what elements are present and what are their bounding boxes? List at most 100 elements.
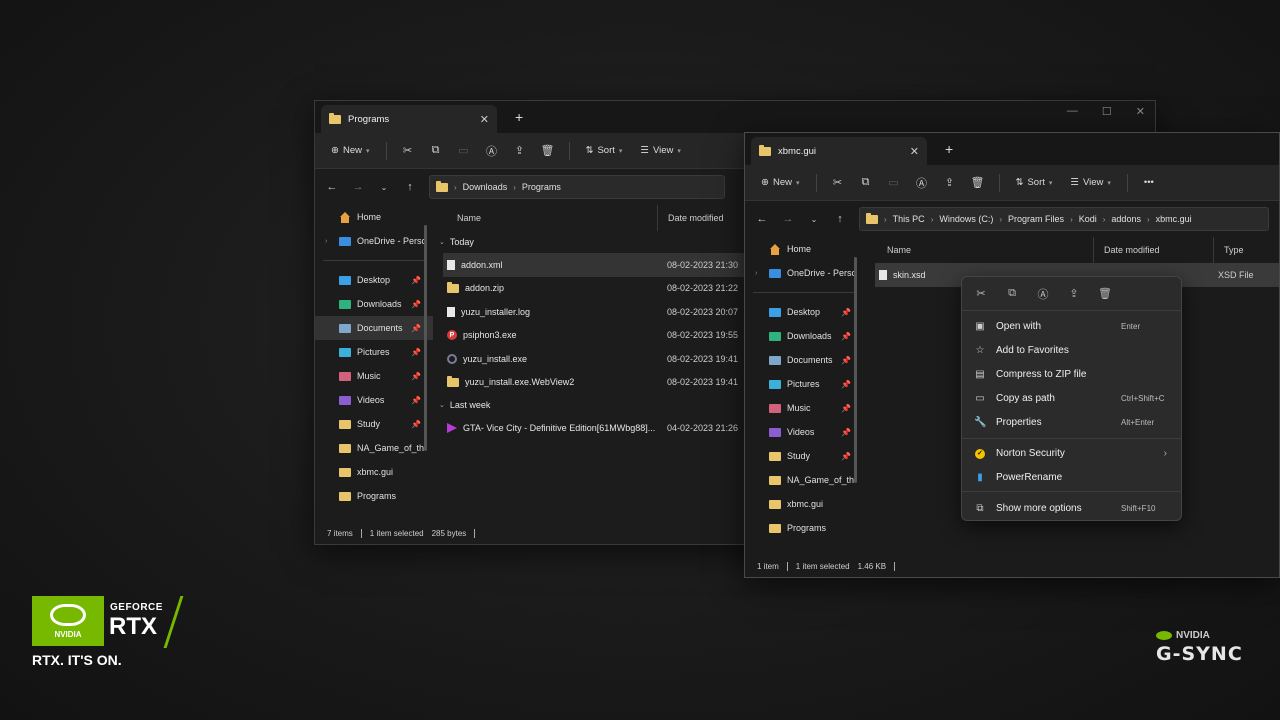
column-header-name[interactable]: Name — [447, 205, 657, 231]
sidebar-item-na-game-of-th[interactable]: NA_Game_of_th — [745, 468, 863, 492]
sidebar-item-downloads[interactable]: Downloads 📌 — [745, 324, 863, 348]
sidebar-item-na-game-of-th[interactable]: NA_Game_of_th — [315, 436, 433, 460]
sidebar-scrollbar[interactable] — [424, 225, 427, 451]
cut-icon[interactable]: ✂ — [970, 287, 992, 300]
column-header-type[interactable]: Type — [1213, 237, 1279, 263]
menu-item-powerrename[interactable]: ▮ PowerRename — [966, 466, 1177, 488]
breadcrumb-item[interactable]: This PC — [893, 214, 925, 224]
forward-icon[interactable]: → — [351, 181, 365, 193]
sidebar-item-downloads[interactable]: Downloads 📌 — [315, 292, 433, 316]
menu-item-show-more[interactable]: ⧉ Show more options Shift+F10 — [966, 497, 1177, 519]
up-icon[interactable]: ↑ — [833, 213, 847, 225]
sidebar-item-study[interactable]: Study 📌 — [745, 444, 863, 468]
view-button[interactable]: ☰ View ▾ — [1064, 174, 1116, 191]
sidebar-scrollbar[interactable] — [854, 257, 857, 483]
pin-icon[interactable]: 📌 — [411, 420, 421, 429]
pin-icon[interactable]: 📌 — [841, 452, 851, 461]
maximize-icon[interactable]: ☐ — [1102, 105, 1112, 118]
new-tab-button[interactable]: + — [515, 109, 523, 125]
breadcrumb-item[interactable]: Program Files — [1008, 214, 1064, 224]
recent-chevron-icon[interactable]: ⌄ — [807, 215, 821, 224]
address-bar[interactable]: › This PC › Windows (C:) › Program Files › Kodi… — [859, 207, 1269, 231]
sidebar-item-home[interactable]: Home — [315, 205, 433, 229]
copy-icon[interactable]: ⧉ — [425, 144, 447, 157]
breadcrumb-item[interactable]: xbmc.gui — [1156, 214, 1192, 224]
address-bar[interactable]: › Downloads › Programs — [429, 175, 725, 199]
back-icon[interactable]: ← — [325, 181, 339, 193]
cut-icon[interactable]: ✂ — [827, 176, 849, 189]
pin-icon[interactable]: 📌 — [411, 348, 421, 357]
breadcrumb-item[interactable]: Windows (C:) — [939, 214, 993, 224]
pin-icon[interactable]: 📌 — [841, 404, 851, 413]
pin-icon[interactable]: 📌 — [411, 396, 421, 405]
share-icon[interactable]: ⇪ — [939, 176, 961, 189]
pin-icon[interactable]: 📌 — [841, 332, 851, 341]
paste-icon[interactable]: ▭ — [883, 176, 905, 189]
close-window-icon[interactable]: ✕ — [1136, 105, 1145, 118]
sidebar-item-desktop[interactable]: Desktop 📌 — [315, 268, 433, 292]
rename-icon[interactable]: Ⓐ — [911, 175, 933, 191]
copy-icon[interactable]: ⧉ — [1001, 287, 1023, 300]
tab-programs[interactable]: Programs ✕ — [321, 105, 497, 133]
menu-item-copy-as-path[interactable]: ▭ Copy as path Ctrl+Shift+C — [966, 387, 1177, 409]
cut-icon[interactable]: ✂ — [397, 144, 419, 157]
sidebar-item-xbmc-gui[interactable]: xbmc.gui — [745, 492, 863, 516]
sort-button[interactable]: ⇅ Sort ▾ — [1010, 174, 1059, 191]
pin-icon[interactable]: 📌 — [411, 276, 421, 285]
sidebar-item-pictures[interactable]: Pictures 📌 — [745, 372, 863, 396]
new-tab-button[interactable]: + — [945, 141, 953, 157]
sidebar-item-xbmc-gui[interactable]: xbmc.gui — [315, 460, 433, 484]
share-icon[interactable]: ⇪ — [1063, 287, 1085, 300]
more-options-button[interactable]: ••• — [1138, 174, 1160, 191]
sidebar-item-programs[interactable]: Programs — [315, 484, 433, 508]
new-button[interactable]: ⊕ New ▾ — [755, 174, 806, 191]
sidebar-item-onedrive[interactable]: › OneDrive - Perso — [745, 261, 863, 285]
sidebar-item-videos[interactable]: Videos 📌 — [745, 420, 863, 444]
delete-icon[interactable]: 🗑 — [1094, 287, 1116, 300]
tab-xbmc-gui[interactable]: xbmc.gui ✕ — [751, 137, 927, 165]
forward-icon[interactable]: → — [781, 213, 795, 225]
paste-icon[interactable]: ▭ — [453, 144, 475, 157]
sidebar-item-music[interactable]: Music 📌 — [315, 364, 433, 388]
sidebar-item-videos[interactable]: Videos 📌 — [315, 388, 433, 412]
share-icon[interactable]: ⇪ — [509, 144, 531, 157]
breadcrumb-item[interactable]: addons — [1111, 214, 1141, 224]
breadcrumb-item[interactable]: Kodi — [1079, 214, 1097, 224]
pin-icon[interactable]: 📌 — [411, 324, 421, 333]
close-tab-icon[interactable]: ✕ — [480, 113, 489, 126]
pin-icon[interactable]: 📌 — [411, 372, 421, 381]
menu-item-open-with[interactable]: ▣ Open with Enter — [966, 315, 1177, 337]
rename-icon[interactable]: Ⓐ — [481, 143, 503, 159]
column-header-name[interactable]: Name — [877, 237, 1093, 263]
view-button[interactable]: ☰ View ▾ — [634, 142, 686, 159]
menu-item-add-to-favorites[interactable]: ☆ Add to Favorites — [966, 339, 1177, 361]
sidebar-item-documents[interactable]: Documents 📌 — [315, 316, 433, 340]
pin-icon[interactable]: 📌 — [841, 356, 851, 365]
up-icon[interactable]: ↑ — [403, 181, 417, 193]
recent-chevron-icon[interactable]: ⌄ — [377, 183, 391, 192]
menu-item-properties[interactable]: 🔧 Properties Alt+Enter — [966, 411, 1177, 433]
pin-icon[interactable]: 📌 — [841, 428, 851, 437]
chevron-right-icon[interactable]: › — [325, 238, 327, 245]
pin-icon[interactable]: 📌 — [411, 300, 421, 309]
sidebar-item-pictures[interactable]: Pictures 📌 — [315, 340, 433, 364]
pin-icon[interactable]: 📌 — [841, 308, 851, 317]
sidebar-item-home[interactable]: Home — [745, 237, 863, 261]
copy-icon[interactable]: ⧉ — [855, 176, 877, 189]
pin-icon[interactable]: 📌 — [841, 380, 851, 389]
chevron-right-icon[interactable]: › — [755, 270, 757, 277]
column-header-date[interactable]: Date modified — [1093, 237, 1213, 263]
menu-item-compress-to-zip-file[interactable]: ▤ Compress to ZIP file — [966, 363, 1177, 385]
sort-button[interactable]: ⇅ Sort ▾ — [580, 142, 629, 159]
rename-icon[interactable]: Ⓐ — [1032, 286, 1054, 302]
sidebar-item-onedrive[interactable]: › OneDrive - Perso — [315, 229, 433, 253]
delete-icon[interactable]: 🗑 — [537, 144, 559, 157]
sidebar-item-programs[interactable]: Programs — [745, 516, 863, 540]
menu-item-norton[interactable]: ✓ Norton Security › — [966, 442, 1177, 464]
sidebar-item-music[interactable]: Music 📌 — [745, 396, 863, 420]
back-icon[interactable]: ← — [755, 213, 769, 225]
sidebar-item-documents[interactable]: Documents 📌 — [745, 348, 863, 372]
sidebar-item-study[interactable]: Study 📌 — [315, 412, 433, 436]
close-tab-icon[interactable]: ✕ — [910, 145, 919, 158]
breadcrumb-item[interactable]: Programs — [522, 182, 561, 192]
